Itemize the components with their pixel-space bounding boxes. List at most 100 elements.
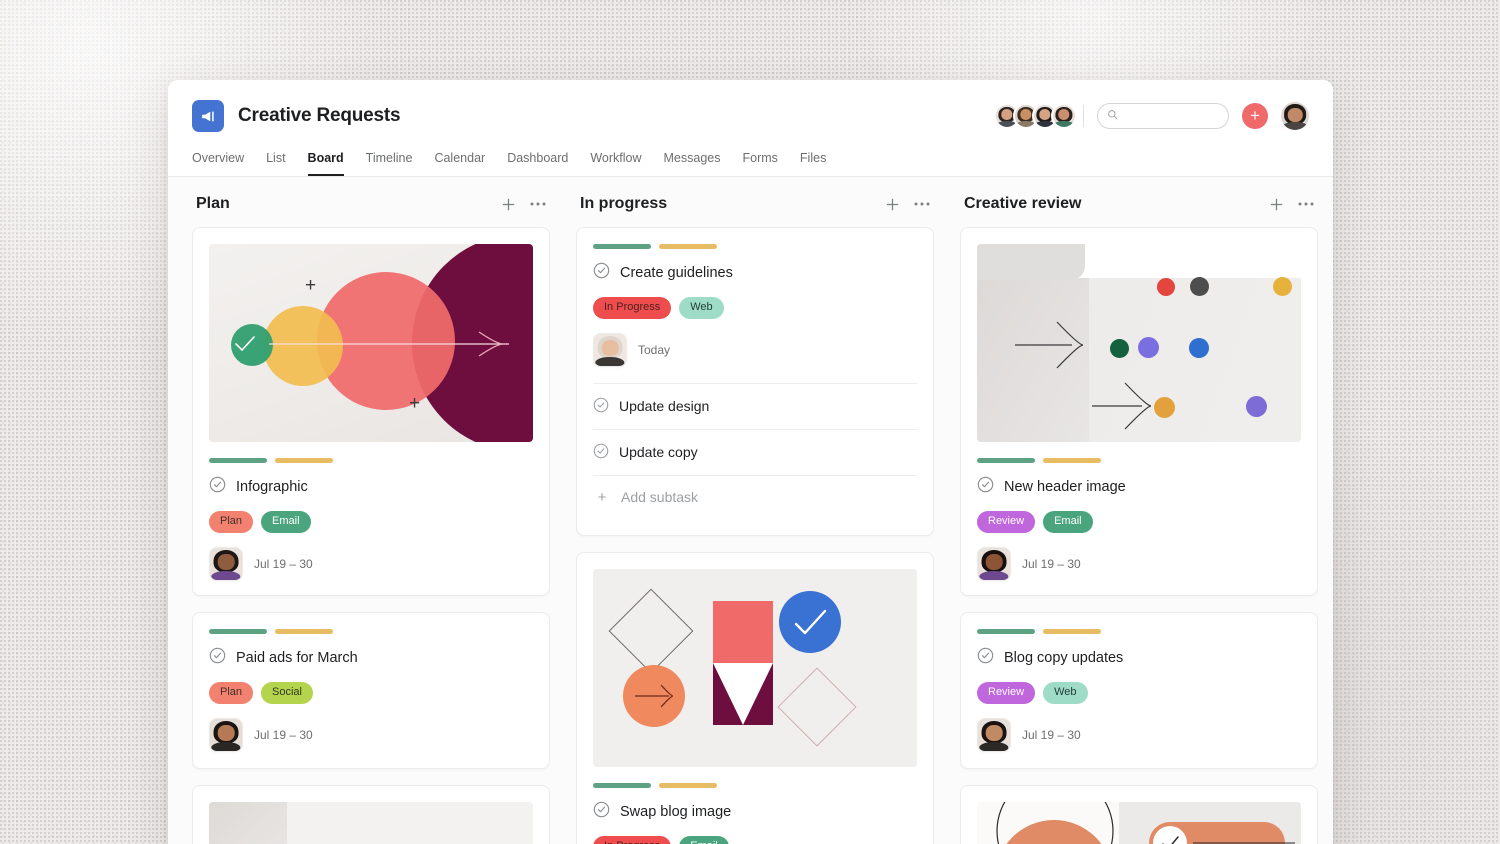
add-subtask-button[interactable]: + Add subtask	[593, 474, 917, 519]
board-column-creative-review: Creative review New header image Review …	[960, 195, 1318, 844]
tab-calendar[interactable]: Calendar	[434, 151, 485, 176]
complete-task-icon[interactable]	[977, 647, 994, 669]
complete-task-icon[interactable]	[593, 262, 610, 284]
column-header: In progress	[576, 195, 934, 227]
tag-review[interactable]: Review	[977, 511, 1036, 533]
assignee-avatar[interactable]	[209, 717, 243, 752]
progress-bar-green	[209, 628, 267, 634]
page-title: Creative Requests	[238, 105, 401, 126]
task-card-blog-copy-updates[interactable]: Blog copy updates Review Web Jul 19 – 30	[960, 611, 1318, 769]
card-due-date: Today	[638, 342, 671, 357]
card-tags: Plan Social	[209, 681, 533, 704]
task-card-partial-review[interactable]	[960, 784, 1318, 844]
card-tags: Review Email	[977, 511, 1301, 533]
tag-social[interactable]: Social	[261, 681, 313, 704]
tag-email[interactable]: Email	[679, 835, 729, 844]
complete-subtask-icon[interactable]	[593, 443, 609, 462]
card-title: Paid ads for March	[236, 649, 358, 666]
task-thumbnail	[977, 801, 1301, 844]
tab-list[interactable]: List	[266, 151, 285, 176]
tag-in-progress[interactable]: In Progress	[593, 835, 672, 844]
plus-icon: +	[597, 488, 607, 506]
add-card-button[interactable]	[885, 197, 900, 212]
task-card-paid-ads[interactable]: Paid ads for March Plan Social Jul 19 – …	[192, 611, 550, 769]
tag-web[interactable]: Web	[1043, 681, 1088, 704]
task-card-infographic[interactable]: + + Infographic Plan Email Jul 19 – 30	[192, 227, 550, 596]
card-due-date: Jul 19 – 30	[1022, 556, 1081, 571]
add-task-button[interactable]: +	[1242, 103, 1268, 129]
assignee-avatar[interactable]	[593, 332, 627, 367]
card-meta: Jul 19 – 30	[209, 717, 533, 752]
task-thumbnail	[209, 801, 533, 844]
column-more-icon[interactable]	[1298, 202, 1314, 206]
add-subtask-label: Add subtask	[621, 489, 699, 506]
tab-overview[interactable]: Overview	[192, 151, 244, 176]
card-tags: Plan Email	[209, 511, 533, 533]
avatar[interactable]	[1051, 103, 1077, 129]
tab-files[interactable]: Files	[800, 151, 826, 176]
column-actions	[501, 197, 546, 212]
task-thumbnail	[977, 244, 1301, 442]
progress-bar-green	[977, 458, 1035, 463]
tab-workflow[interactable]: Workflow	[590, 151, 641, 176]
tag-plan[interactable]: Plan	[209, 511, 254, 533]
column-more-icon[interactable]	[914, 202, 930, 206]
tag-web[interactable]: Web	[679, 297, 724, 319]
assignee-avatar[interactable]	[209, 546, 243, 581]
complete-task-icon[interactable]	[209, 647, 226, 669]
progress-bar-green	[593, 782, 651, 788]
task-card-create-guidelines[interactable]: Create guidelines In Progress Web Today	[576, 227, 934, 536]
board-column-plan: Plan + + Infographic Plan Email Jul 19 –…	[192, 195, 550, 844]
add-card-button[interactable]	[1269, 197, 1284, 212]
card-meta: Jul 19 – 30	[209, 546, 533, 581]
progress-bar-green	[593, 244, 651, 249]
tag-review[interactable]: Review	[977, 681, 1036, 704]
card-title: Blog copy updates	[1004, 649, 1124, 666]
search-icon	[1107, 107, 1118, 125]
tag-email[interactable]: Email	[261, 511, 311, 533]
column-actions	[885, 197, 930, 212]
task-card-swap-blog-image[interactable]: Swap blog image In Progress Email	[576, 551, 934, 844]
column-title: In progress	[580, 195, 668, 212]
column-more-icon[interactable]	[530, 202, 546, 206]
card-meta: Today	[593, 332, 917, 367]
subtask-row[interactable]: Update design	[593, 382, 917, 429]
complete-task-icon[interactable]	[593, 801, 610, 823]
progress-bar-green	[977, 628, 1035, 634]
assignee-avatar[interactable]	[977, 546, 1011, 581]
add-card-button[interactable]	[501, 197, 516, 212]
complete-task-icon[interactable]	[977, 476, 994, 498]
subtask-row[interactable]: Update copy	[593, 428, 917, 475]
tab-dashboard[interactable]: Dashboard	[507, 151, 568, 176]
progress-bars	[209, 458, 533, 463]
task-thumbnail: + +	[209, 244, 533, 442]
task-card-partial-plan[interactable]	[192, 784, 550, 844]
card-title: Create guidelines	[620, 265, 733, 281]
card-tags: In Progress Web	[593, 297, 917, 319]
member-avatar-group[interactable]	[994, 103, 1077, 129]
tab-board[interactable]: Board	[307, 151, 344, 176]
task-card-new-header-image[interactable]: New header image Review Email Jul 19 – 3…	[960, 227, 1318, 596]
card-due-date: Jul 19 – 30	[254, 556, 313, 571]
complete-subtask-icon[interactable]	[593, 397, 609, 416]
column-actions	[1269, 197, 1314, 212]
search-input[interactable]	[1124, 110, 1219, 122]
header-right: +	[994, 102, 1309, 130]
card-meta: Jul 19 – 30	[977, 546, 1301, 581]
assignee-avatar[interactable]	[977, 717, 1011, 752]
current-user-avatar[interactable]	[1281, 102, 1309, 130]
progress-bars	[977, 628, 1301, 634]
tab-messages[interactable]: Messages	[664, 151, 721, 176]
search-box[interactable]	[1097, 103, 1229, 129]
app-window: Creative Requests + Overview List Board …	[168, 80, 1333, 844]
view-tabs[interactable]: Overview List Board Timeline Calendar Da…	[192, 140, 1309, 176]
card-title-row: Infographic	[209, 476, 533, 498]
tag-plan[interactable]: Plan	[209, 681, 254, 704]
complete-task-icon[interactable]	[209, 476, 226, 498]
tag-email[interactable]: Email	[1043, 511, 1093, 533]
progress-bar-green	[209, 458, 267, 463]
tab-forms[interactable]: Forms	[743, 151, 778, 176]
tab-timeline[interactable]: Timeline	[366, 151, 413, 176]
tag-in-progress[interactable]: In Progress	[593, 297, 672, 319]
card-tags: Review Web	[977, 681, 1301, 704]
